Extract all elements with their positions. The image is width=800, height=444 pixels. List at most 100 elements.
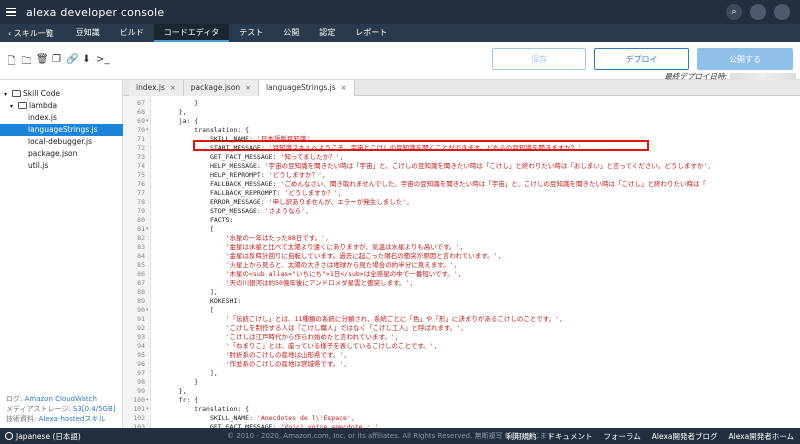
fold-icon[interactable]: ▾ — [146, 126, 151, 135]
code-line: GET_FACT_MESSAGE: '知ってましたか？', — [163, 153, 344, 161]
fold-icon[interactable]: ▾ — [146, 306, 151, 315]
code-line: ERROR_MESSAGE: '申し訳ありませんが、エラーが発生しました', — [163, 198, 411, 206]
deploy-button[interactable]: デプロイ — [594, 48, 689, 70]
code-line: ], — [163, 369, 218, 377]
line-number: 80 — [137, 216, 145, 224]
terminal-icon[interactable]: >_ — [96, 54, 109, 71]
line-number: 97 — [137, 369, 145, 377]
code-line: '木星の<sub alias="いちにち">1日</sub>は全惑星の中で一番短… — [225, 270, 462, 278]
notification-icon[interactable] — [750, 4, 766, 20]
tab-code-editor[interactable]: コードエディタ — [153, 24, 230, 42]
code-line: FACTS: — [163, 216, 234, 224]
menu-icon[interactable] — [0, 0, 22, 24]
fold-icon[interactable]: ▾ — [146, 405, 151, 414]
new-folder-icon[interactable]: 🗀 — [21, 54, 32, 71]
close-icon[interactable]: × — [341, 84, 347, 92]
tab-distribution[interactable]: 公開 — [273, 24, 309, 42]
close-icon[interactable]: × — [245, 84, 251, 92]
line-number: 92 — [137, 324, 145, 332]
line-number: 82 — [137, 234, 145, 242]
code-line: '「伝統こけし」とは、11種類の系統に分類され、系統ごとに「色」や「形」に決まり… — [225, 315, 563, 323]
app-title: alexa developer console — [26, 5, 165, 19]
fold-icon[interactable]: ▾ — [146, 117, 151, 126]
tree-folder-lambda[interactable]: ▾ lambda — [0, 100, 123, 112]
tree-file-package[interactable]: package.json — [0, 148, 123, 160]
close-icon[interactable]: × — [170, 84, 176, 92]
tab-test[interactable]: テスト — [229, 24, 273, 42]
line-number: 100 — [133, 396, 145, 404]
link-icon[interactable]: 🔗 — [66, 54, 78, 71]
footer-link-blog[interactable]: Alexa開発者ブログ — [652, 431, 718, 442]
tree-file-index[interactable]: index.js — [0, 112, 123, 124]
footer-link-forum[interactable]: フォーラム — [603, 431, 640, 442]
fold-icon[interactable]: ▾ — [146, 396, 151, 405]
tree-folder-skill-code[interactable]: ▾ Skill Code — [0, 88, 123, 100]
code-line: ja: { — [163, 117, 199, 125]
line-number: 88 — [137, 288, 145, 296]
footer-link-terms[interactable]: 利用規約 — [506, 431, 536, 442]
tab-languagestrings-js[interactable]: languageStrings.js × — [259, 80, 355, 96]
code-line: '「ねまりこ」とは、座っている様子を表しているこけしのことです。', — [225, 342, 438, 350]
editor-toolbar: 🗋 🗀 🗑 ❐ 🔗 ⬇ >_ 保存 デプロイ 公開する 最終デプロイ日時: — [0, 42, 800, 81]
download-icon[interactable]: ⬇ — [81, 54, 92, 71]
tab-reports[interactable]: レポート — [345, 24, 397, 42]
line-number: 69 — [137, 117, 145, 125]
line-gutter: 67 68 69 ▾ 70 ▾ 71 72 73 74 75 76 77 78 79 80 81 ▾ 82 83 84 8… — [123, 96, 151, 428]
line-number: 77 — [137, 189, 145, 197]
line-number: 94 — [137, 342, 145, 350]
tab-certification[interactable]: 認定 — [309, 24, 345, 42]
cloudwatch-link[interactable]: Amazon CloudWatch — [25, 395, 97, 403]
code-line: } — [163, 99, 199, 107]
code-line: KOKESHI: — [163, 297, 242, 305]
code-line: '火星上から見ると、太陽の大きさは地球から見た場合の約半分に見えます。', — [225, 261, 458, 269]
sidebar-footer: ログ: Amazon CloudWatch メディアストレージ: S3[0.4/… — [6, 395, 116, 423]
line-number: 78 — [137, 198, 145, 206]
code-line: '天の川銀河は約50億年後にアンドロメダ星雲と衝突します。', — [225, 279, 414, 287]
code-editor[interactable]: 67 68 69 ▾ 70 ▾ 71 72 73 74 75 76 77 78 79 80 81 ▾ 82 83 84 8… — [123, 96, 800, 428]
globe-icon — [5, 432, 13, 440]
search-icon[interactable]: ⌕ — [726, 4, 742, 20]
copy-icon[interactable]: ❐ — [51, 54, 62, 71]
account-icon[interactable] — [774, 4, 790, 20]
s3-link[interactable]: S3[0.4/5GB] — [73, 405, 116, 413]
tab-package-json[interactable]: package.json × — [183, 80, 260, 96]
language-selector[interactable]: Japanese (日本語) — [0, 431, 81, 442]
line-number: 96 — [137, 360, 145, 368]
line-number: 75 — [137, 171, 145, 179]
tree-file-languagestrings[interactable]: languageStrings.js — [0, 124, 123, 136]
line-number: 67 — [137, 99, 145, 107]
footer-link-home[interactable]: Alexa開発者ホーム — [728, 431, 794, 442]
line-number: 95 — [137, 351, 145, 359]
code-line: }, — [163, 387, 187, 395]
code-line: translation: { — [163, 126, 250, 134]
line-number: 91 — [137, 315, 145, 323]
delete-icon[interactable]: 🗑 — [36, 54, 49, 71]
code-line: '作並系のこけしの産地は宮城県です。', — [225, 360, 348, 368]
line-number: 89 — [137, 297, 145, 305]
code-line: HELP_REPROMPT: 'どうしますか？', — [163, 171, 326, 179]
tab-skill-name[interactable]: 豆知識 — [66, 24, 110, 42]
tree-file-local-debugger[interactable]: local-debugger.js — [0, 136, 123, 148]
line-number: 98 — [137, 378, 145, 386]
code-line: '金星は反時計回りに自転しています。過去に起こった隕石の衝突が原因と言われていま… — [225, 252, 502, 260]
back-to-skills-link[interactable]: ‹ スキル一覧 — [0, 28, 66, 39]
line-number: 85 — [137, 261, 145, 269]
tab-index-js[interactable]: index.js × — [129, 80, 184, 96]
line-number: 99 — [137, 387, 145, 395]
line-number: 87 — [137, 279, 145, 287]
line-number: 81 — [137, 225, 145, 233]
code-line: SKILL_NAME: '日本語版豆知識', — [163, 135, 315, 143]
code-line: '肘折系のこけしの産地は山形県です。', — [225, 351, 348, 359]
tab-build[interactable]: ビルド — [110, 24, 154, 42]
docs-link[interactable]: Alexa-hostedスキル — [39, 415, 106, 423]
publish-button[interactable]: 公開する — [697, 48, 793, 70]
skill-nav: ‹ スキル一覧 豆知識 ビルド コードエディタ テスト 公開 認定 レポート — [0, 24, 800, 42]
footer-link-docs[interactable]: ドキュメント — [547, 431, 592, 442]
line-number: 90 — [137, 306, 145, 314]
code-line: 'こけしを制作する人は「こけし職人」ではなく「こけし工人」と呼ばれます。', — [225, 324, 465, 332]
fold-icon[interactable]: ▾ — [146, 225, 151, 234]
new-file-icon[interactable]: 🗋 — [6, 54, 17, 71]
save-button[interactable]: 保存 — [492, 48, 586, 70]
tree-file-util[interactable]: util.js — [0, 160, 123, 172]
line-number: 73 — [137, 153, 145, 161]
